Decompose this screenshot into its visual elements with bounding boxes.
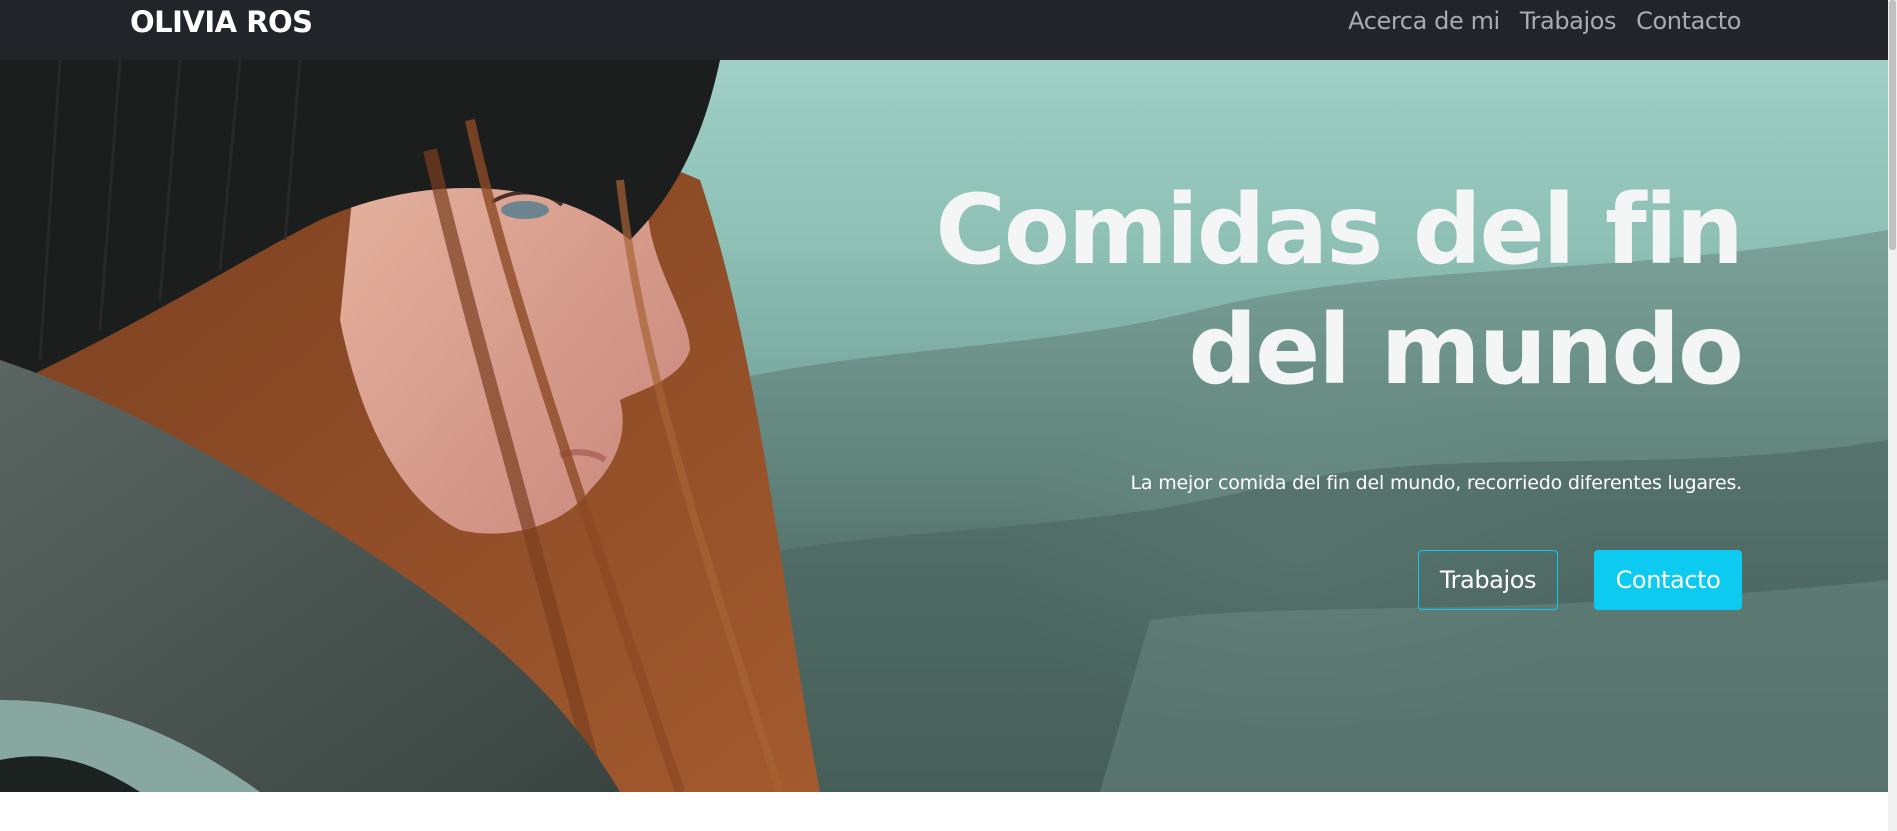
scrollbar-thumb[interactable] [1889, 0, 1896, 250]
navbar: OLIVIA ROS Acerca de mi Trabajos Contact… [0, 0, 1888, 60]
brand-logo[interactable]: OLIVIA ROS [130, 2, 313, 42]
nav-link-trabajos[interactable]: Trabajos [1520, 7, 1617, 35]
hero-title: Comidas del fin del mundo [842, 170, 1744, 410]
hero-section: Comidas del fin del mundo La mejor comid… [0, 60, 1888, 792]
nav-links: Acerca de mi Trabajos Contacto [1348, 0, 1741, 42]
nav-link-acerca[interactable]: Acerca de mi [1348, 7, 1500, 35]
nav-link-contacto[interactable]: Contacto [1636, 7, 1741, 35]
trabajos-button[interactable]: Trabajos [1418, 550, 1558, 610]
hero-subtitle: La mejor comida del fin del mundo, recor… [1130, 472, 1743, 494]
page: OLIVIA ROS Acerca de mi Trabajos Contact… [0, 0, 1897, 831]
page-scrollbar[interactable] [1888, 0, 1897, 831]
hero-buttons: Trabajos Contacto [842, 550, 1742, 610]
contacto-button[interactable]: Contacto [1594, 550, 1742, 610]
hero-title-line2: del mundo [1188, 294, 1744, 406]
hero-title-line1: Comidas del fin [935, 174, 1744, 286]
hero-content: Comidas del fin del mundo La mejor comid… [842, 170, 1744, 610]
